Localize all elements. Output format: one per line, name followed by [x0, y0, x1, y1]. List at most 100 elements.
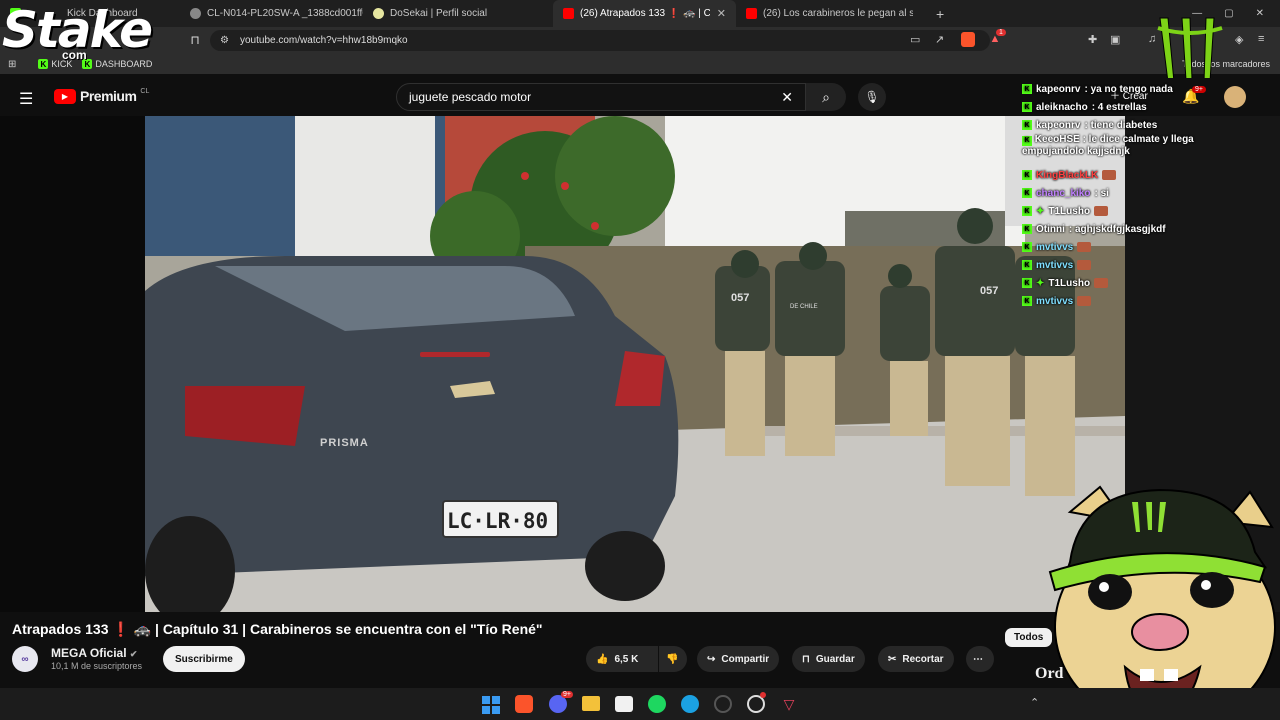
new-tab-button[interactable]: + [926, 0, 946, 27]
vest-number: 057 [731, 292, 749, 304]
sidebar-icon[interactable]: ▣ [1110, 33, 1120, 46]
kick-badge-icon: K [1022, 224, 1032, 234]
cast-icon[interactable]: ▭ [910, 33, 920, 46]
chat-message: Kmvtivvs [1022, 256, 1262, 274]
emote-icon [1094, 278, 1109, 288]
more-actions-button[interactable]: ⋯ [966, 646, 994, 672]
thumbs-down-icon: 👎 [666, 653, 679, 665]
search-input[interactable]: juguete pescado motor ✕ [396, 83, 806, 111]
brave-shield-icon[interactable] [961, 32, 975, 47]
more-icon: ⋯ [973, 653, 983, 665]
clip-button[interactable]: ✂ Recortar [878, 646, 954, 672]
discord-badge: 9+ [561, 691, 573, 698]
chat-message: K KeeoHSE : le dice calmate y llega empu… [1022, 134, 1194, 157]
tab-atrapados[interactable]: (26) Atrapados 133 ❗ 🚓 | Capít ✕ [553, 0, 736, 27]
chat-message: Kchanc_kiko: si [1022, 184, 1262, 202]
license-plate: LC·LR·80 [447, 509, 548, 533]
kick-badge-icon: K [1022, 242, 1032, 252]
app-icon[interactable] [714, 695, 732, 713]
dislike-button[interactable]: 👎 [659, 646, 687, 672]
globe-icon [190, 8, 201, 19]
chat-message: Kaleiknacho: 4 estrellas [1022, 98, 1262, 116]
close-tab-icon[interactable]: ✕ [717, 7, 726, 20]
brave-browser-icon[interactable] [515, 695, 533, 713]
subscriber-count: 10,1 M de suscriptores [51, 661, 143, 671]
kick-badge-icon: K [1022, 260, 1032, 270]
chat-message: K KingBlackLK [1022, 166, 1262, 184]
windows-start-icon[interactable] [482, 696, 500, 714]
url-field[interactable]: ⚙ youtube.com/watch?v=hhw18b9mqko [210, 30, 990, 51]
emote-icon [1102, 170, 1117, 180]
chat-message: K ✦ T1Lusho [1022, 274, 1262, 292]
chat-message: Kmvtivvs [1022, 238, 1262, 256]
chat-message: Kmvtivvs [1022, 292, 1262, 310]
chat-message: Kkapeonrv: tiene diabetes [1022, 116, 1262, 134]
stream-chat: Kkapeonrv: ya no tengo nada Kaleiknacho:… [1022, 80, 1262, 310]
dosekai-icon [373, 8, 384, 19]
emote-icon [1094, 206, 1109, 216]
close-window-icon[interactable]: ✕ [1256, 8, 1264, 19]
media-player-icon[interactable] [615, 696, 633, 712]
kick-badge-icon: K [1022, 170, 1032, 180]
share-icon[interactable]: ↗ [935, 33, 944, 46]
search-button[interactable]: ⌕ [806, 83, 846, 111]
car-model: PRISMA [320, 437, 369, 449]
spotify-icon[interactable] [648, 695, 666, 713]
address-bar-row: ⊓ ⚙ youtube.com/watch?v=hhw18b9mqko ▭ ↗ … [0, 27, 1280, 54]
menu-icon[interactable]: ≡ [1258, 33, 1264, 45]
channel-avatar[interactable]: ∞ [12, 646, 38, 672]
bookmark-icon[interactable]: ⊓ [188, 33, 202, 47]
verified-icon: ✔ [129, 649, 138, 659]
tab-dosekai[interactable]: DoSekai | Perfil social [363, 0, 553, 27]
kick-badge-icon: K [1022, 102, 1032, 112]
search-icon: ⌕ [822, 88, 830, 105]
kick-badge-icon: K [1022, 120, 1032, 130]
subscribe-button[interactable]: Suscribirme [163, 646, 245, 672]
vpn-icon[interactable]: ◈ [1235, 33, 1243, 46]
thumbs-up-icon: 👍 [596, 653, 609, 665]
video-letterbox-left [0, 116, 145, 612]
rewards-badge: 1 [996, 29, 1006, 36]
extensions-icon[interactable]: ✚ [1088, 33, 1097, 46]
video-title: Atrapados 133 ❗ 🚓 | Capítulo 31 | Carabi… [12, 621, 543, 637]
sparkle-icon: ✦ [1036, 205, 1045, 217]
chat-message: K Otinni: aghjskdfgjkasgjkdf [1022, 220, 1262, 238]
tab-carabineros[interactable]: (26) Los carabineros le pegan al sayie [736, 0, 926, 27]
vest-text: DE CHILE [790, 304, 818, 310]
tray-chevron-icon[interactable]: ⌃ [1030, 696, 1039, 709]
voice-search-button[interactable]: 🎙 [858, 83, 886, 111]
file-explorer-icon[interactable] [582, 696, 600, 711]
channel-name[interactable]: MEGA Oficial ✔ [51, 646, 137, 660]
taskbar: 9+ ▽ ⌃ [0, 688, 1280, 720]
recording-dot [760, 692, 766, 698]
like-button[interactable]: 👍 6,5 K [586, 646, 658, 672]
video-player[interactable]: 057 057 DE CHILE LC·LR·80 PRISMA [145, 116, 1125, 612]
sparkle-icon: ✦ [1036, 277, 1045, 289]
save-button[interactable]: ⊓ Guardar [792, 646, 865, 672]
vest-number-2: 057 [980, 285, 998, 297]
emote-icon [1077, 242, 1092, 252]
emote-icon [1077, 296, 1092, 306]
monster-logo [1157, 17, 1223, 83]
youtube-icon [746, 8, 757, 19]
kick-badge-icon: K [1022, 278, 1032, 288]
share-button[interactable]: ↪ Compartir [697, 646, 780, 672]
kick-badge-icon: K [1022, 296, 1032, 306]
share-arrow-icon: ↪ [707, 653, 716, 665]
chat-message: K ✦ T1Lusho [1022, 202, 1262, 220]
clear-search-icon[interactable]: ✕ [781, 89, 793, 106]
youtube-premium-logo[interactable]: ▶ Premium CL [54, 88, 149, 104]
stake-logo: Stake com [2, 1, 153, 62]
microphone-icon: 🎙 [864, 90, 880, 104]
tab-bar: Kick Dashboard CL-N014-PL20SW-A _1388cd0… [0, 0, 1280, 27]
valorant-icon[interactable]: ▽ [780, 695, 798, 713]
kick-badge-icon: K [1022, 188, 1032, 198]
youtube-icon [563, 8, 574, 19]
hamburger-menu-icon[interactable]: ☰ [19, 89, 33, 109]
kick-badge-icon: K [1022, 206, 1032, 216]
site-info-icon[interactable]: ⚙ [220, 35, 229, 46]
edge-icon[interactable] [681, 695, 699, 713]
save-icon: ⊓ [802, 653, 810, 665]
tab-cl-n014[interactable]: CL-N014-PL20SW-A _1388cd001ff64 [180, 0, 363, 27]
kick-badge-icon: K [1022, 135, 1032, 146]
